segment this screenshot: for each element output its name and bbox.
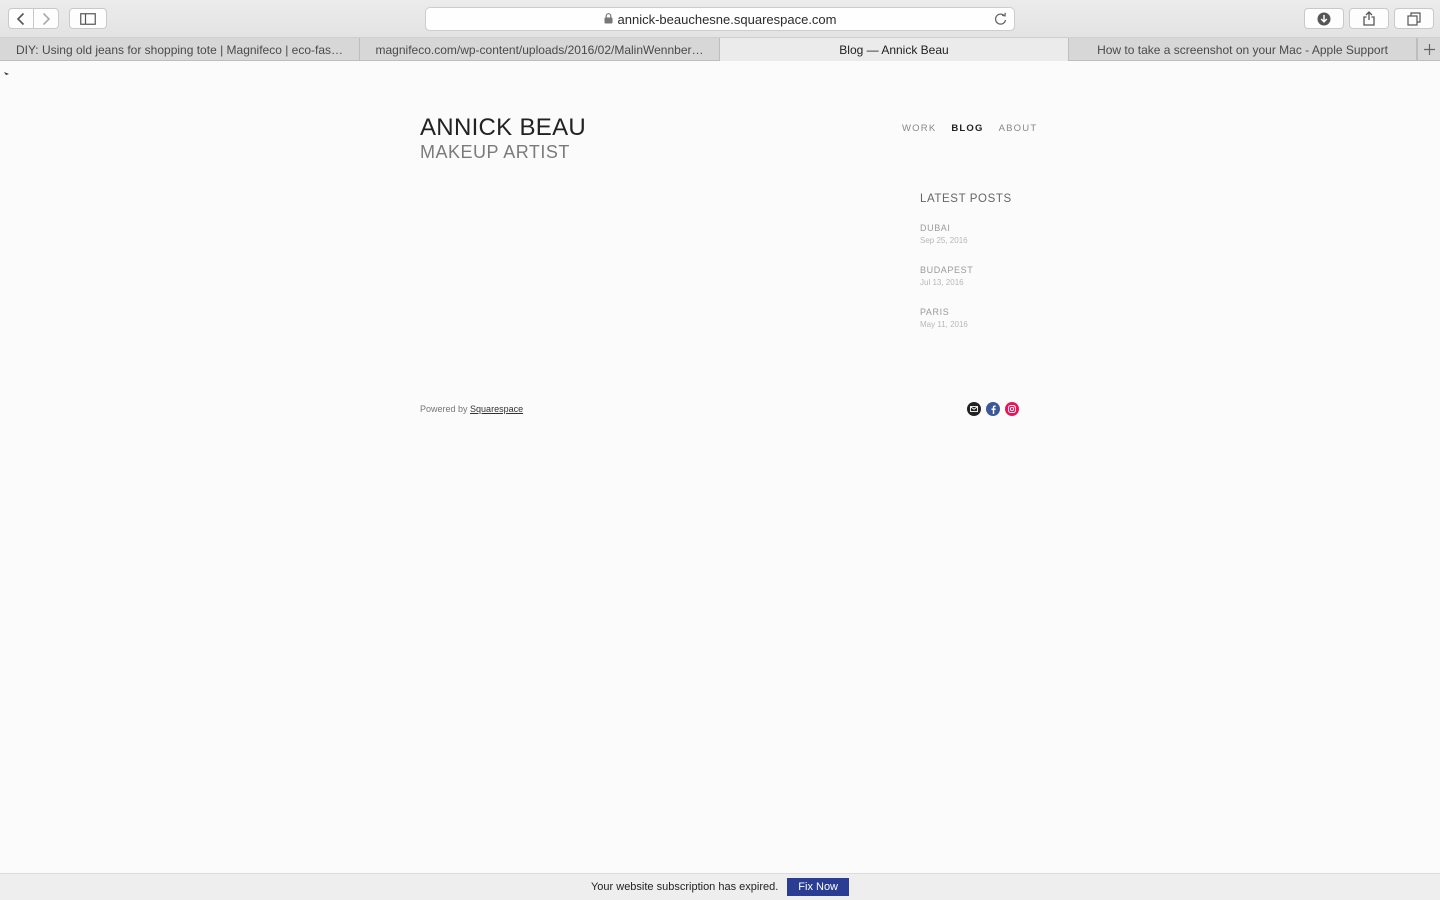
post-date: May 11, 2016 [920, 320, 968, 329]
lock-icon [604, 12, 613, 27]
post-item-budapest[interactable]: BUDAPEST Jul 13, 2016 [920, 265, 973, 287]
address-bar[interactable]: annick-beauchesne.squarespace.com [425, 7, 1015, 31]
web-page: ANNICK BEAU MAKEUP ARTIST WORK BLOG ABOU… [0, 62, 1440, 873]
main-nav: WORK BLOG ABOUT [902, 123, 1037, 134]
downloads-button[interactable] [1304, 8, 1344, 29]
post-item-paris[interactable]: PARIS May 11, 2016 [920, 307, 968, 329]
tab-annick-blog[interactable]: Blog — Annick Beau [720, 38, 1069, 61]
post-date: Jul 13, 2016 [920, 278, 964, 287]
facebook-icon[interactable] [986, 402, 1000, 416]
social-links [967, 402, 1019, 416]
site-subtitle: MAKEUP ARTIST [420, 142, 570, 162]
nav-blog[interactable]: BLOG [951, 123, 983, 134]
subscription-banner: Your website subscription has expired. F… [0, 873, 1440, 900]
post-title[interactable]: DUBAI [920, 223, 968, 233]
nav-about[interactable]: ABOUT [999, 123, 1038, 134]
site-title[interactable]: ANNICK BEAU [420, 114, 586, 142]
post-title[interactable]: PARIS [920, 307, 968, 317]
nav-work[interactable]: WORK [902, 123, 936, 134]
share-button[interactable] [1349, 8, 1389, 29]
tabs-icon [1407, 11, 1421, 26]
email-icon[interactable] [967, 402, 981, 416]
post-title[interactable]: BUDAPEST [920, 265, 973, 275]
post-date: Sep 25, 2016 [920, 236, 968, 245]
squarespace-link[interactable]: Squarespace [470, 404, 523, 414]
download-icon [1317, 12, 1331, 25]
powered-by: Powered by Squarespace [420, 404, 523, 414]
latest-posts-heading: LATEST POSTS [920, 193, 1012, 205]
chevron-right-icon [42, 12, 51, 25]
cursor-icon [4, 65, 10, 83]
tab-overview-button[interactable] [1394, 8, 1434, 29]
tab-bar: DIY: Using old jeans for shopping tote |… [0, 38, 1440, 61]
tab-magnifeco-image[interactable]: magnifeco.com/wp-content/uploads/2016/02… [360, 38, 720, 61]
forward-button[interactable] [33, 8, 59, 29]
fix-now-button[interactable]: Fix Now [787, 878, 850, 896]
tab-apple-support[interactable]: How to take a screenshot on your Mac - A… [1069, 38, 1417, 61]
instagram-icon[interactable] [1005, 402, 1019, 416]
plus-icon [1423, 44, 1435, 55]
sidebar-icon [80, 12, 96, 25]
share-icon [1363, 11, 1375, 26]
chevron-left-icon [16, 12, 25, 25]
powered-prefix: Powered by [420, 404, 468, 414]
new-tab-button[interactable] [1417, 38, 1440, 61]
post-item-dubai[interactable]: DUBAI Sep 25, 2016 [920, 223, 968, 245]
reload-icon[interactable] [994, 12, 1007, 29]
browser-toolbar: annick-beauchesne.squarespace.com [0, 0, 1440, 38]
sidebar-toggle-button[interactable] [69, 8, 107, 29]
tab-magnifeco-diy[interactable]: DIY: Using old jeans for shopping tote |… [0, 38, 360, 61]
back-button[interactable] [8, 8, 34, 29]
url-text: annick-beauchesne.squarespace.com [617, 11, 837, 27]
subscription-message: Your website subscription has expired. [590, 881, 779, 893]
